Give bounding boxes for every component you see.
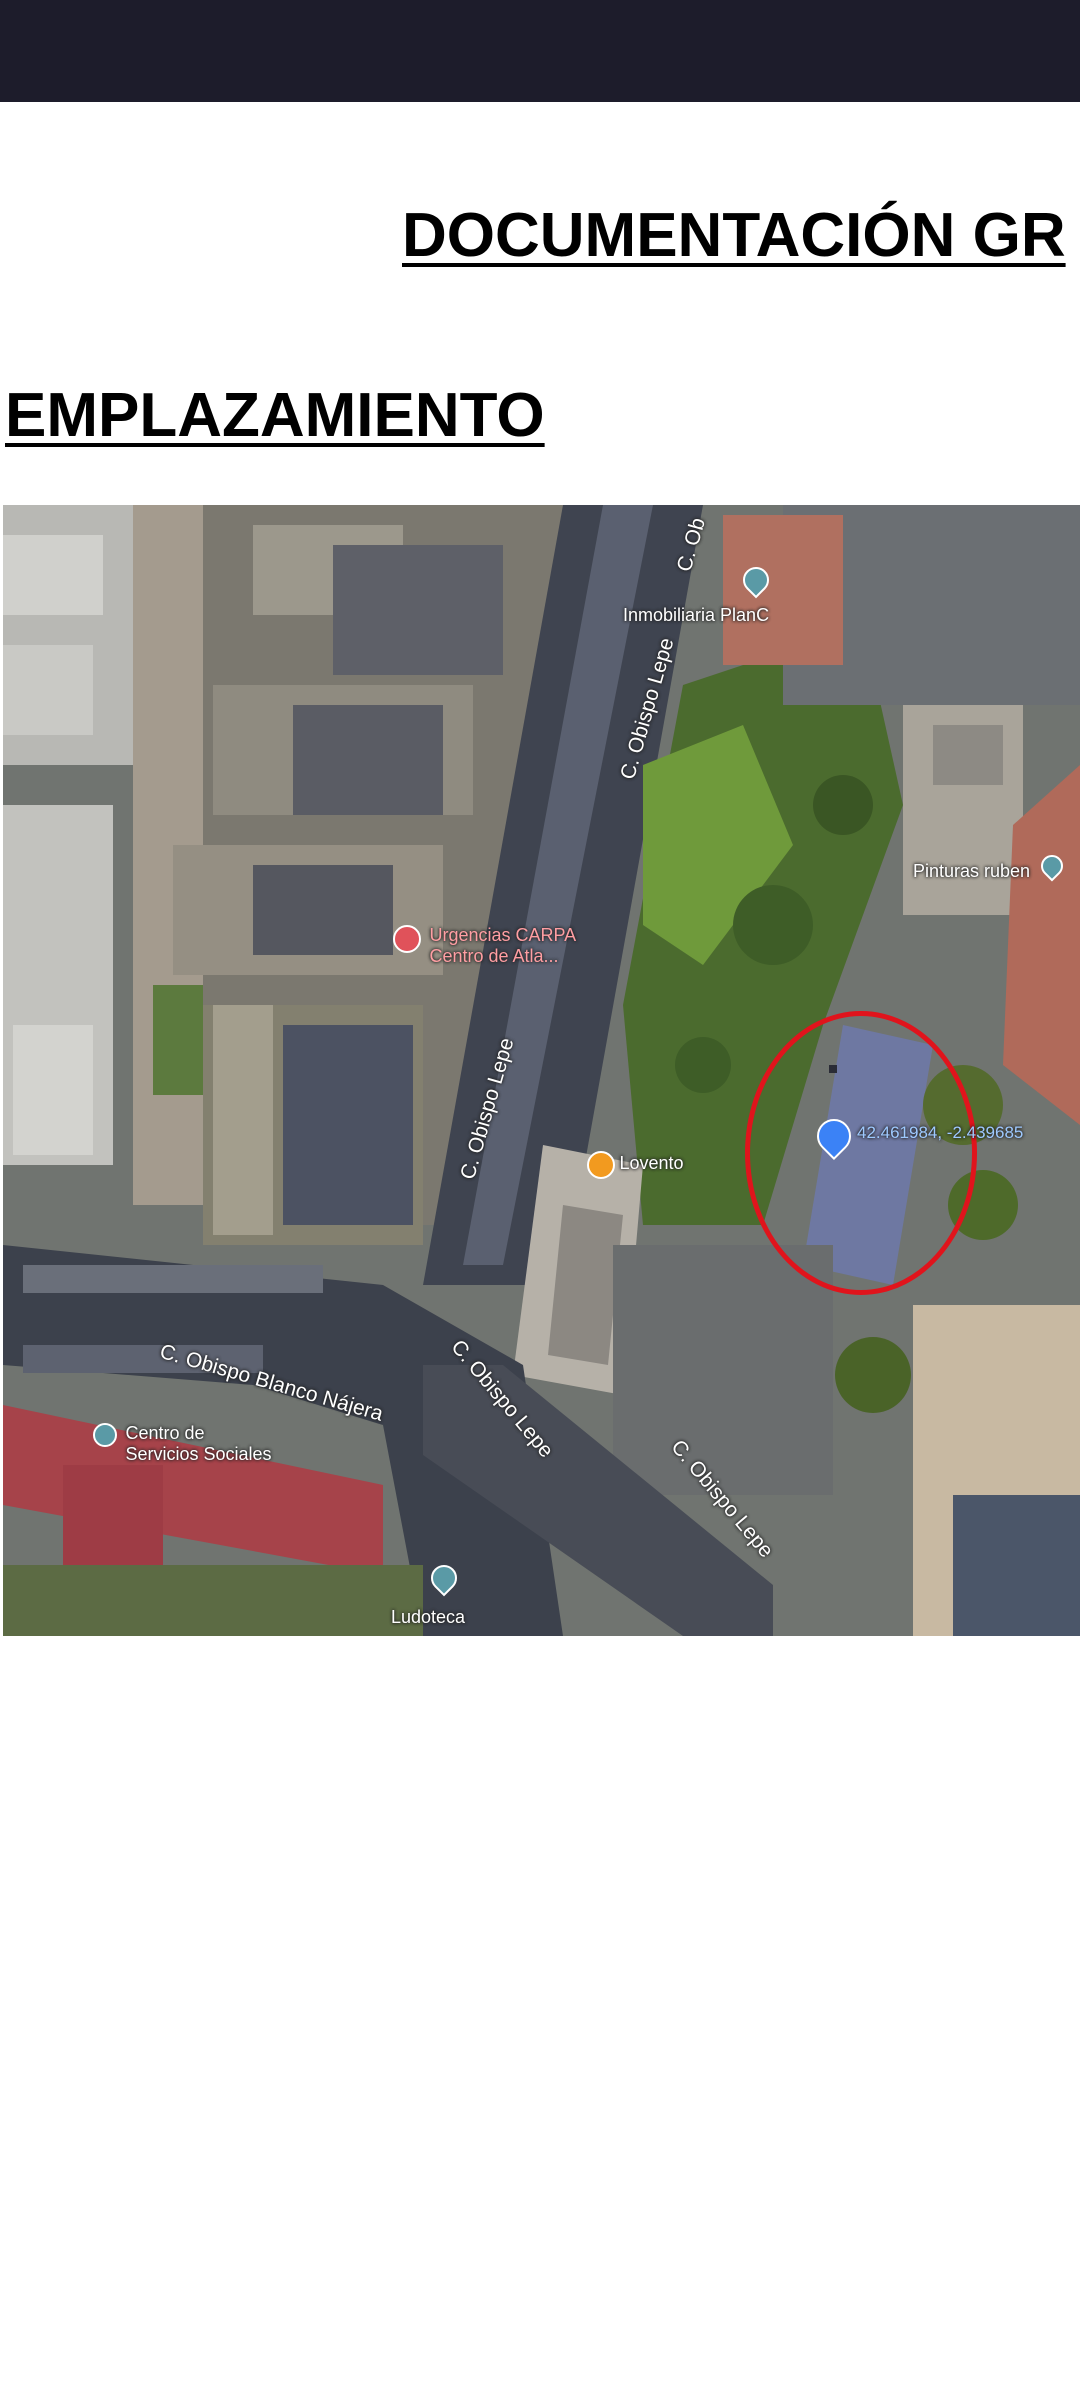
location-map[interactable]: C. Obispo Lepe C. Obispo Lepe C. Obispo … xyxy=(3,505,1080,1636)
place-ludoteca[interactable]: Ludoteca xyxy=(391,1559,465,1627)
section-title: EMPLAZAMIENTO xyxy=(5,381,545,450)
pin-icon xyxy=(1035,850,1068,882)
highlight-circle xyxy=(745,1011,977,1295)
hospital-icon xyxy=(393,925,421,953)
place-centro-servicios-sociales[interactable]: Centro de Servicios Sociales xyxy=(93,1423,272,1465)
place-label: Pinturas ruben xyxy=(913,861,1031,881)
place-inmobiliaria-planc[interactable]: Inmobiliaria PlanC xyxy=(623,561,775,625)
place-label: Inmobiliaria PlanC xyxy=(623,605,770,625)
document-title: DOCUMENTACIÓN GR xyxy=(402,201,1066,270)
trophy-icon xyxy=(587,1151,615,1179)
coordinates-label: 42.461984, -2.439685 xyxy=(857,1123,1024,1142)
place-pinturas-ruben[interactable]: Pinturas ruben xyxy=(913,850,1068,882)
place-label-line2: Centro de Atla... xyxy=(429,946,559,966)
top-bar xyxy=(0,0,1080,102)
place-label-line2: Servicios Sociales xyxy=(125,1444,272,1464)
pin-icon xyxy=(425,1559,463,1597)
place-urgencias-carpa[interactable]: Urgencias CARPA Centro de Atla... xyxy=(393,925,576,967)
pin-icon xyxy=(737,561,775,599)
location-pin-icon xyxy=(809,1111,859,1161)
building-icon xyxy=(93,1423,117,1447)
location-marker[interactable]: 42.461984, -2.439685 xyxy=(809,1111,1023,1161)
place-label: Centro de xyxy=(125,1423,205,1443)
place-label: Lovento xyxy=(619,1153,684,1174)
place-label: Urgencias CARPA xyxy=(429,925,577,945)
place-label: Ludoteca xyxy=(391,1607,466,1627)
place-lovento[interactable]: Lovento xyxy=(587,1151,684,1179)
